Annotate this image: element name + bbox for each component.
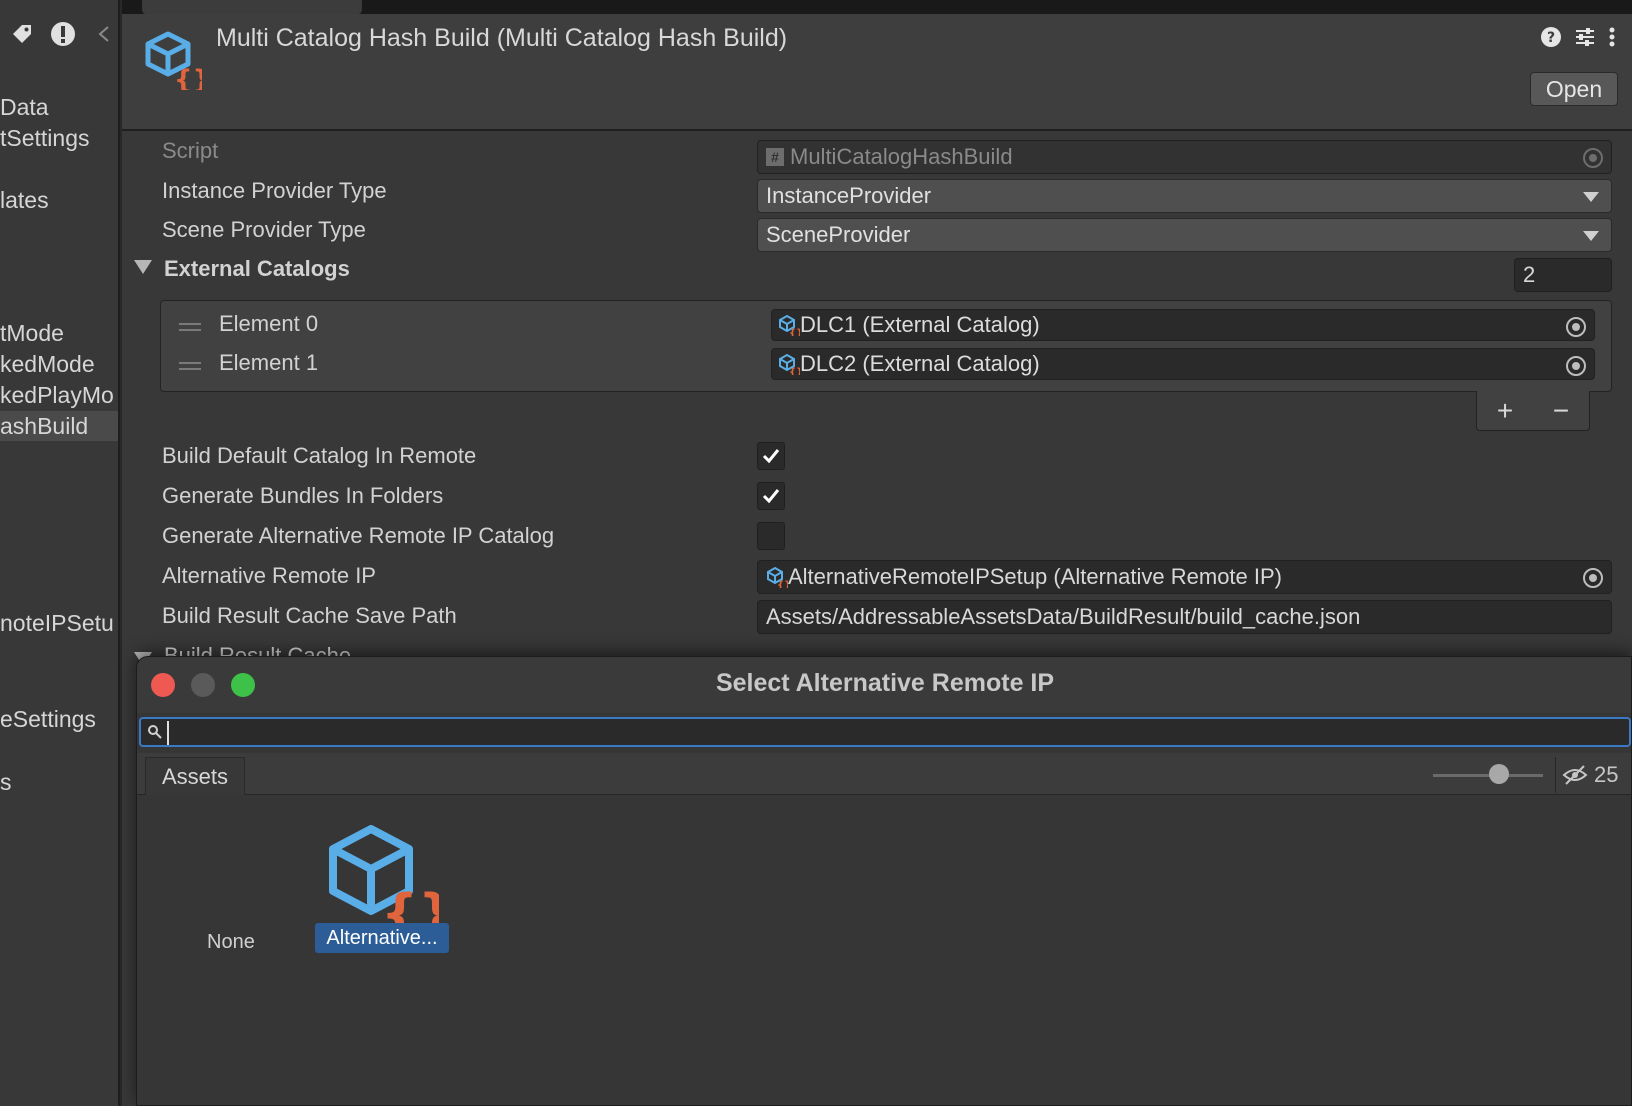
zoom-slider-track[interactable] xyxy=(1433,774,1543,777)
hidden-packages-toggle[interactable]: 25 xyxy=(1555,757,1631,793)
element-label: Element 1 xyxy=(219,350,319,375)
object-picker-icon[interactable] xyxy=(1583,568,1603,588)
help-icon[interactable]: ? xyxy=(1540,26,1562,48)
script-field: # MultiCatalogHashBuild xyxy=(757,140,1612,174)
alternative-remote-ip-value: AlternativeRemoteIPSetup (Alternative Re… xyxy=(788,564,1283,589)
build-cache-path-input[interactable]: Assets/AddressableAssetsData/BuildResult… xyxy=(757,600,1612,634)
scene-provider-dropdown[interactable]: SceneProvider xyxy=(757,218,1612,252)
generate-alt-ip-catalog-checkbox[interactable] xyxy=(757,522,785,550)
list-size-field[interactable]: 2 xyxy=(1514,258,1612,292)
project-toolbar xyxy=(0,14,118,54)
svg-text:{}: {} xyxy=(789,328,800,336)
project-item[interactable]: Data xyxy=(0,92,49,122)
object-picker-window: Select Alternative Remote IP Assets 25 N… xyxy=(136,656,1632,1106)
warning-filter-icon[interactable] xyxy=(47,18,78,50)
script-object-picker-icon xyxy=(1583,148,1603,168)
svg-text:{}: {} xyxy=(789,367,800,375)
generate-alt-ip-catalog-label: Generate Alternative Remote IP Catalog xyxy=(162,523,555,548)
generate-bundles-folders-label: Generate Bundles In Folders xyxy=(162,483,444,508)
hidden-count-value: 25 xyxy=(1594,762,1619,787)
project-item[interactable]: tSettings xyxy=(0,123,90,153)
element-value: DLC2 (External Catalog) xyxy=(800,351,1040,376)
inspector-tab-strip xyxy=(122,0,1632,14)
project-item[interactable]: noteIPSetu xyxy=(0,608,114,638)
search-icon xyxy=(148,725,162,739)
asset-script-icon: {} xyxy=(145,31,202,90)
project-panel: Data tSettings lates tMode kedMode kedPl… xyxy=(0,0,120,1106)
none-item[interactable]: None xyxy=(207,931,255,954)
inspector-tab[interactable] xyxy=(142,0,362,14)
asset-script-icon: {} xyxy=(767,566,788,588)
project-item[interactable]: kedPlayMo xyxy=(0,380,114,410)
instance-provider-dropdown[interactable]: InstanceProvider xyxy=(757,179,1612,213)
element-object-field[interactable]: {} DLC2 (External Catalog) xyxy=(771,348,1595,380)
project-item[interactable]: s xyxy=(0,767,12,797)
checkmark-icon xyxy=(762,489,780,504)
svg-text:{}: {} xyxy=(777,580,788,588)
open-button[interactable]: Open xyxy=(1530,72,1618,106)
element-object-field[interactable]: {} DLC1 (External Catalog) xyxy=(771,309,1595,341)
element-value: DLC1 (External Catalog) xyxy=(800,312,1040,337)
svg-text:{}: {} xyxy=(174,65,202,90)
label-tag-icon[interactable] xyxy=(6,18,37,50)
remove-element-button[interactable]: − xyxy=(1553,395,1569,427)
build-cache-path-label: Build Result Cache Save Path xyxy=(162,603,457,628)
scene-provider-label: Scene Provider Type xyxy=(162,217,366,242)
instance-provider-value: InstanceProvider xyxy=(766,183,932,208)
drag-handle-icon[interactable] xyxy=(179,362,201,370)
script-hash-icon: # xyxy=(766,148,784,166)
instance-provider-label: Instance Provider Type xyxy=(162,178,387,203)
drag-handle-icon[interactable] xyxy=(179,323,201,331)
element-label: Element 0 xyxy=(219,311,319,336)
dropdown-caret-icon xyxy=(1583,192,1599,202)
dropdown-caret-icon xyxy=(1583,231,1599,241)
project-item[interactable]: kedMode xyxy=(0,349,95,379)
foldout-arrow-icon[interactable] xyxy=(134,260,152,274)
tab-assets[interactable]: Assets xyxy=(145,757,245,795)
eye-hidden-icon xyxy=(1562,765,1588,785)
picker-titlebar: Select Alternative Remote IP xyxy=(137,657,1631,713)
object-picker-icon[interactable] xyxy=(1566,356,1586,376)
alternative-remote-ip-label: Alternative Remote IP xyxy=(162,563,376,588)
object-picker-icon[interactable] xyxy=(1566,317,1586,337)
zoom-slider-thumb[interactable] xyxy=(1489,764,1509,784)
generate-bundles-folders-checkbox[interactable] xyxy=(757,482,785,510)
picker-title: Select Alternative Remote IP xyxy=(715,669,1055,697)
search-input[interactable] xyxy=(167,721,169,745)
project-item-selected[interactable]: ashBuild xyxy=(0,411,118,441)
alternative-remote-ip-field[interactable]: {} AlternativeRemoteIPSetup (Alternative… xyxy=(757,560,1612,594)
project-item[interactable]: tMode xyxy=(0,318,64,348)
project-item[interactable]: lates xyxy=(0,185,49,215)
add-element-button[interactable]: + xyxy=(1497,395,1513,427)
external-catalogs-list: Element 0 {} DLC1 (External Catalog) Ele… xyxy=(160,300,1612,392)
checkmark-icon xyxy=(762,449,780,464)
scene-provider-value: SceneProvider xyxy=(766,222,911,247)
asset-script-icon[interactable]: {} xyxy=(323,825,439,935)
svg-text:?: ? xyxy=(1547,30,1555,46)
more-options-icon[interactable] xyxy=(1608,26,1616,48)
script-value: MultiCatalogHashBuild xyxy=(790,144,1013,169)
asset-script-icon: {} xyxy=(779,314,800,336)
build-default-remote-label: Build Default Catalog In Remote xyxy=(162,443,477,468)
inspector-title: Multi Catalog Hash Build (Multi Catalog … xyxy=(216,24,788,52)
picker-search-field[interactable] xyxy=(139,717,1631,747)
script-label: Script xyxy=(162,138,219,163)
external-catalogs-label[interactable]: External Catalogs xyxy=(164,256,350,282)
picker-tabbar: Assets 25 xyxy=(137,753,1631,795)
project-item[interactable]: eSettings xyxy=(0,704,96,734)
asset-item-label-selected[interactable]: Alternative... xyxy=(315,923,449,953)
collapse-left-icon[interactable] xyxy=(89,18,118,50)
header-actions: ? xyxy=(1540,26,1616,48)
preset-sliders-icon[interactable] xyxy=(1574,26,1596,48)
inspector-header: {} Multi Catalog Hash Build (Multi Catal… xyxy=(122,14,1632,131)
asset-script-icon: {} xyxy=(779,353,800,375)
list-footer: + − xyxy=(1476,391,1590,431)
build-default-remote-checkbox[interactable] xyxy=(757,442,785,470)
